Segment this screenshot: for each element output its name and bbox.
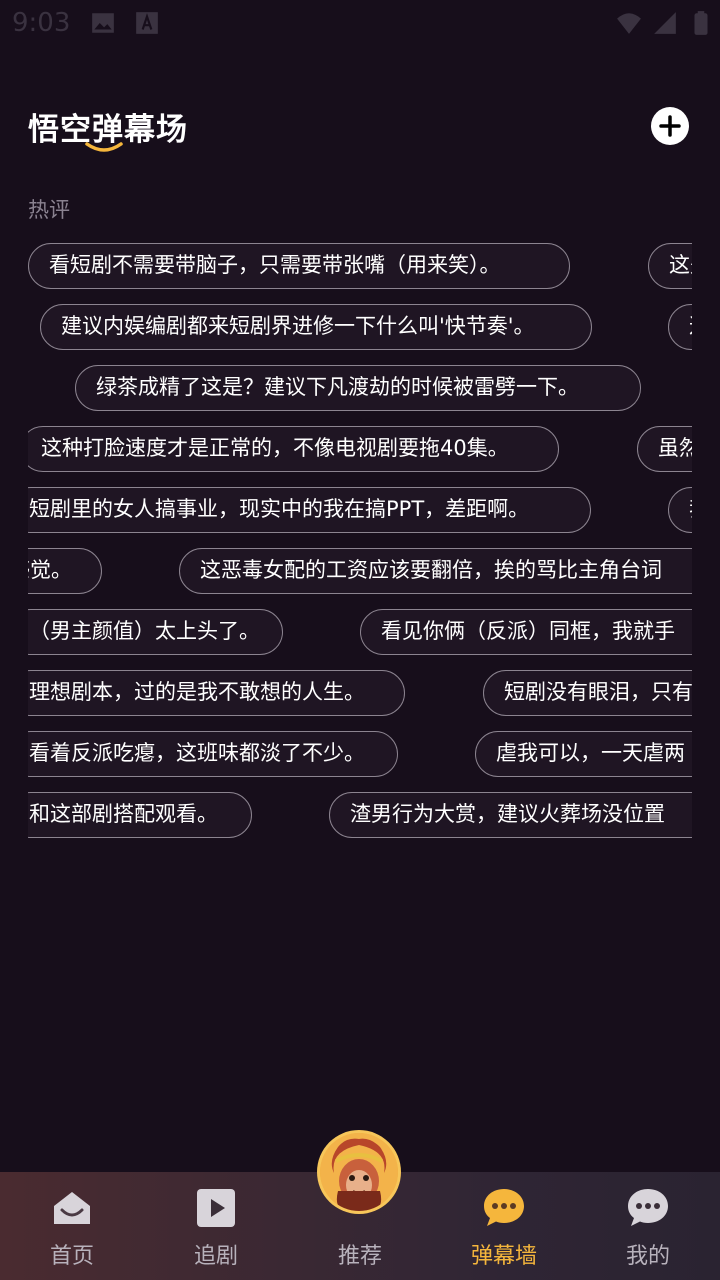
section-label-hot-comments: 热评	[28, 198, 70, 222]
nav-following[interactable]: 追剧	[144, 1172, 288, 1280]
chat-bubble-icon	[628, 1189, 668, 1226]
gallery-icon	[92, 13, 114, 33]
nav-label: 追剧	[193, 1244, 238, 1269]
danmaku-pill[interactable]: 短剧里的女人搞事业，现实中的我在搞PPT，差距啊。	[28, 487, 591, 533]
danmaku-pill[interactable]: 渣男行为大赏，建议火葬场没位置	[329, 792, 692, 838]
danmaku-pill[interactable]: 这	[668, 304, 692, 350]
danmaku-chat-icon	[484, 1189, 524, 1226]
status-time: 9:03	[12, 8, 71, 38]
danmaku-pill[interactable]: 和这部剧搭配观看。	[28, 792, 252, 838]
nav-home[interactable]: 首页	[0, 1172, 144, 1280]
header: 悟空弹幕场	[0, 90, 720, 170]
add-button[interactable]	[651, 107, 689, 145]
danmaku-pill[interactable]: 虐我可以，一天虐两	[475, 731, 692, 777]
danmaku-pill[interactable]: 我	[668, 487, 692, 533]
nav-mine[interactable]: 我的	[576, 1172, 720, 1280]
avatar-icon	[320, 1133, 398, 1211]
battery-icon	[694, 11, 708, 35]
danmaku-pill[interactable]: 看短剧不需要带脑子，只需要带张嘴（用来笑）。	[28, 243, 570, 289]
danmaku-pill[interactable]: 这是	[648, 243, 692, 289]
danmaku-pill[interactable]: 理想剧本，过的是我不敢想的人生。	[28, 670, 405, 716]
danmaku-pill[interactable]: 建议内娱编剧都来短剧界进修一下什么叫'快节奏'。	[40, 304, 592, 350]
home-icon	[54, 1192, 90, 1224]
danmaku-pill[interactable]: （男主颜值）太上头了。	[28, 609, 283, 655]
nav-label: 推荐	[337, 1244, 382, 1269]
nav-label: 我的	[625, 1244, 670, 1269]
nav-danmaku-wall[interactable]: 弹幕墙	[432, 1172, 576, 1280]
signal-icon	[654, 12, 676, 34]
danmaku-pill[interactable]: 看着反派吃瘪，这班味都淡了不少。	[28, 731, 398, 777]
plus-icon	[659, 115, 681, 137]
danmaku-pill[interactable]: 感觉。	[28, 548, 102, 594]
smile-underline-icon	[85, 142, 123, 152]
recommend-avatar-button[interactable]	[320, 1133, 398, 1211]
nav-label: 首页	[49, 1244, 94, 1269]
nav-label: 弹幕墙	[470, 1244, 537, 1269]
app-notification-icon	[136, 12, 158, 34]
danmaku-wall: 看短剧不需要带脑子，只需要带张嘴（用来笑）。 这是 建议内娱编剧都来短剧界进修一…	[28, 236, 692, 846]
danmaku-pill[interactable]: 看见你俩（反派）同框，我就手	[360, 609, 692, 655]
danmaku-pill[interactable]: 短剧没有眼泪，只有	[483, 670, 692, 716]
danmaku-pill[interactable]: 虽然	[637, 426, 692, 472]
danmaku-pill[interactable]: 这恶毒女配的工资应该要翻倍，挨的骂比主角台词	[179, 548, 692, 594]
danmaku-pill[interactable]: 这种打脸速度才是正常的，不像电视剧要拖40集。	[28, 426, 559, 472]
danmaku-pill[interactable]: 绿茶成精了这是？建议下凡渡劫的时候被雷劈一下。	[75, 365, 641, 411]
status-bar: 9:03	[0, 0, 720, 48]
play-icon	[197, 1189, 235, 1227]
wifi-icon	[617, 13, 641, 34]
